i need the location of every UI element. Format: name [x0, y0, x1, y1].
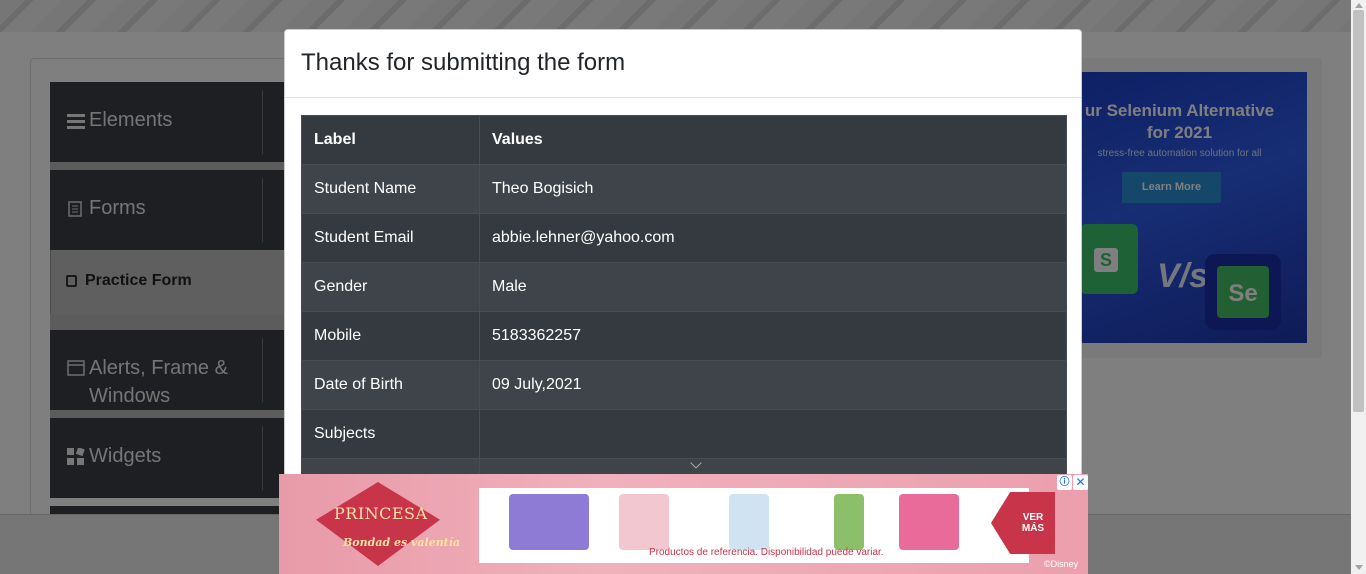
- ad-caption: Productos de referencia. Disponibilidad …: [649, 547, 884, 558]
- row-label: Subjects: [301, 409, 480, 459]
- row-value: 09 July,2021: [479, 360, 1067, 410]
- row-label: Student Email: [301, 213, 480, 263]
- tshirt-image: [619, 494, 669, 550]
- modal-header: Thanks for submitting the form: [285, 30, 1081, 98]
- modal-title: Thanks for submitting the form: [301, 49, 626, 76]
- table-row: Student Email abbie.lehner@yahoo.com: [301, 213, 1067, 263]
- scroll-down-arrow-icon[interactable]: [1355, 565, 1363, 570]
- doll-image: [834, 494, 864, 550]
- ver-mas-label: VER MÁS: [1021, 512, 1045, 534]
- row-value: abbie.lehner@yahoo.com: [479, 213, 1067, 263]
- dress-image: [729, 494, 769, 550]
- row-value: 5183362257: [479, 311, 1067, 361]
- table-row: Subjects: [301, 409, 1067, 459]
- row-value: Male: [479, 262, 1067, 312]
- table-header-row: Label Values: [301, 115, 1067, 165]
- table-row: Mobile 5183362257: [301, 311, 1067, 361]
- row-value: Theo Bogisich: [479, 164, 1067, 214]
- row-label: Gender: [301, 262, 480, 312]
- scroll-up-arrow-icon[interactable]: [1355, 3, 1363, 8]
- close-icon[interactable]: ✕: [1073, 475, 1088, 490]
- ad-tagline: Bondad es valentía: [343, 536, 461, 549]
- ad-brand: PRINCESA: [334, 504, 428, 523]
- row-label: Mobile: [301, 311, 480, 361]
- modal-body[interactable]: Label Values Student Name Theo Bogisich …: [301, 115, 1067, 495]
- princesa-ad-banner[interactable]: PRINCESA Bondad es valentía Productos de…: [279, 474, 1088, 574]
- submission-table: Label Values Student Name Theo Bogisich …: [301, 115, 1067, 495]
- row-label: Student Name: [301, 164, 480, 214]
- row-value: [479, 409, 1067, 459]
- scrollbar-thumb[interactable]: [1353, 10, 1364, 412]
- column-header: Label: [301, 115, 480, 165]
- column-header: Values: [479, 115, 1067, 165]
- row-label: Date of Birth: [301, 360, 480, 410]
- info-icon[interactable]: ⓘ: [1057, 475, 1072, 490]
- table-row: Date of Birth 09 July,2021: [301, 360, 1067, 410]
- roller-skates-image: [509, 494, 589, 550]
- puzzle-image: [899, 494, 959, 550]
- table-row: Gender Male: [301, 262, 1067, 312]
- princesa-badge: [316, 482, 440, 566]
- ad-copyright: ©Disney: [1044, 559, 1079, 569]
- table-row: Student Name Theo Bogisich: [301, 164, 1067, 214]
- ad-products-strip: Productos de referencia. Disponibilidad …: [479, 488, 1029, 563]
